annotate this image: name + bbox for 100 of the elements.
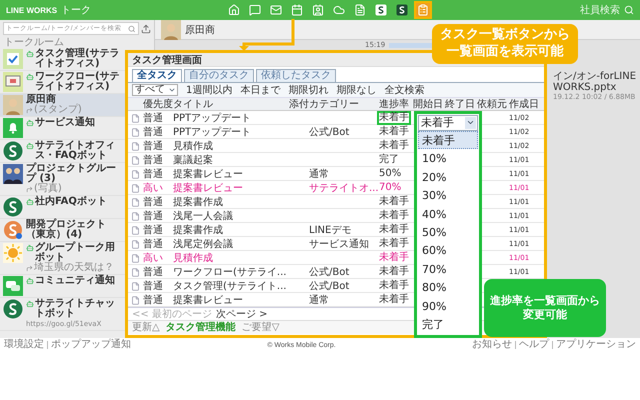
room-item[interactable]: グループトーク用ボット 埼玉県の天気は？ xyxy=(0,242,125,275)
task-title[interactable]: 提案書作成 xyxy=(173,224,289,236)
document-icon xyxy=(131,296,140,304)
progress-text[interactable]: 50% xyxy=(377,167,404,181)
dropdown-option[interactable]: 未着手 xyxy=(418,130,478,150)
search-icon[interactable] xyxy=(624,5,634,15)
footer-link[interactable]: アプリケーション xyxy=(556,339,636,351)
document-icon xyxy=(131,128,140,136)
document-icon xyxy=(131,156,140,164)
task-title[interactable]: 提案書レビュー xyxy=(173,294,289,306)
callout-tooltip: タスク一覧ボタンから一覧画面を表示可能 xyxy=(432,24,578,64)
room-item[interactable]: 開発プロジェクト（東京）(4) xyxy=(0,219,125,242)
room-item[interactable]: 社内FAQボット xyxy=(0,196,125,219)
cloud-icon xyxy=(333,4,345,16)
chevron-icon xyxy=(168,86,176,94)
home-icon xyxy=(228,4,240,16)
document-icon xyxy=(131,170,140,178)
task-title[interactable]: 提案書レビュー xyxy=(173,168,289,180)
priority-text: 普通 xyxy=(143,266,164,278)
column-header[interactable]: 開始日 xyxy=(413,98,445,110)
priority-text: 普通 xyxy=(143,210,164,222)
task-title[interactable]: 浅尾定例会議 xyxy=(173,238,289,250)
progress-text[interactable]: 未着手 xyxy=(377,125,411,139)
progress-text[interactable]: 70% xyxy=(377,181,404,195)
document-icon xyxy=(131,282,140,290)
room-name: コミュニティ通知 xyxy=(35,276,115,286)
task-icon xyxy=(417,4,429,16)
next-page-link[interactable]: 次ページ > xyxy=(216,308,268,320)
document-icon xyxy=(131,198,140,206)
room-item[interactable]: プロジェクトグループ (3) (写真) xyxy=(0,163,125,196)
avatar-icon xyxy=(3,243,23,263)
task-title[interactable]: 提案書レビュー xyxy=(173,182,289,194)
progress-text[interactable]: 未着手 xyxy=(377,111,411,125)
footer-link[interactable]: ヘルプ xyxy=(519,339,549,351)
logo: LINE WORKS xyxy=(6,6,58,14)
filter-link[interactable]: 期限切れ xyxy=(288,84,328,96)
upload-icon[interactable] xyxy=(141,24,151,34)
file-name[interactable]: イン/オン-forLINE WORKS.pptx xyxy=(553,71,639,93)
progress-text[interactable]: 未着手 xyxy=(377,279,411,293)
room-name: グループトーク用ボット xyxy=(35,243,116,263)
note-icon xyxy=(354,4,366,16)
priority-text: 普通 xyxy=(143,154,164,166)
filter-link[interactable]: 本日まで xyxy=(240,84,280,96)
task-title[interactable]: タスク管理(サテライト... xyxy=(173,280,289,292)
filter-link[interactable]: 全文検索 xyxy=(384,84,424,96)
priority-text: 普通 xyxy=(143,294,164,306)
footer-link[interactable]: 環境設定 xyxy=(4,339,44,351)
priority-text: 高い xyxy=(143,252,164,264)
tab[interactable]: 自分のタスク xyxy=(184,69,254,82)
progress-text[interactable]: 未着手 xyxy=(377,251,411,265)
column-header[interactable]: 優先度 xyxy=(143,98,173,110)
column-header[interactable]: 終了日 xyxy=(445,98,477,110)
room-item[interactable]: コミュニティ通知 xyxy=(0,275,125,298)
document-icon xyxy=(131,212,140,220)
progress-text[interactable]: 未着手 xyxy=(377,195,411,209)
tab[interactable]: 依頼したタスク xyxy=(256,69,336,82)
footer-link[interactable]: お知らせ xyxy=(472,339,512,351)
column-header[interactable]: 作成日 xyxy=(509,98,539,110)
column-header[interactable]: 添付 xyxy=(289,98,309,110)
column-header[interactable]: タイトル xyxy=(173,98,289,110)
room-item[interactable]: タスク管理(サテライトオフィス) xyxy=(0,48,125,71)
filter-select[interactable]: すべて xyxy=(132,84,178,96)
task-title[interactable]: PPTアップデート xyxy=(173,112,289,124)
footer-link[interactable]: ポップアップ通知 xyxy=(51,339,131,351)
column-header[interactable]: 依頼元 xyxy=(477,98,509,110)
section-header: トークルーム xyxy=(3,37,65,48)
room-item[interactable]: サービス通知 xyxy=(0,117,125,140)
priority-text: 普通 xyxy=(143,168,164,180)
column-header[interactable]: カテゴリー xyxy=(309,98,379,110)
progress-text[interactable]: 未着手 xyxy=(377,209,411,223)
calendar-icon xyxy=(291,4,303,16)
progress-text[interactable]: 未着手 xyxy=(377,265,411,279)
progress-text[interactable]: 未着手 xyxy=(377,139,411,153)
room-item[interactable]: 原田商 (スタンプ) xyxy=(0,94,125,117)
category-text: サービス通知 xyxy=(309,238,370,250)
task-title[interactable]: ワークフロー(サテライ... xyxy=(173,266,289,278)
task-title[interactable]: 見積作成 xyxy=(173,140,289,152)
priority-text: 普通 xyxy=(143,112,164,124)
task-title[interactable]: PPTアップデート xyxy=(173,126,289,138)
column-header[interactable]: 進捗率 xyxy=(379,98,413,110)
priority-text: 高い xyxy=(143,182,164,194)
room-item[interactable]: サテライトオフィス・FAQボット xyxy=(0,140,125,163)
filter-link[interactable]: 1週間以内 xyxy=(186,84,232,96)
priority-text: 普通 xyxy=(143,126,164,138)
avatar-icon xyxy=(161,20,181,40)
avatar-icon xyxy=(3,220,23,240)
callout-tooltip: 進捗率を一覧画面から変更可能 xyxy=(484,279,606,337)
document-icon xyxy=(131,268,140,276)
filter-link[interactable]: 期限なし xyxy=(336,84,376,96)
progress-text[interactable]: 未着手 xyxy=(377,293,411,307)
task-title[interactable]: 見積作成 xyxy=(173,252,289,264)
task-title[interactable]: 浅尾一人会議 xyxy=(173,210,289,222)
progress-text[interactable]: 完了 xyxy=(377,153,401,167)
progress-text[interactable]: 未着手 xyxy=(377,223,411,237)
tab[interactable]: 全タスク xyxy=(132,69,182,82)
task-title[interactable]: 稟議起案 xyxy=(173,154,289,166)
progress-select[interactable]: 未着手 xyxy=(418,115,478,131)
task-title[interactable]: 提案書作成 xyxy=(173,196,289,208)
priority-text: 普通 xyxy=(143,140,164,152)
progress-text[interactable]: 未着手 xyxy=(377,237,411,251)
